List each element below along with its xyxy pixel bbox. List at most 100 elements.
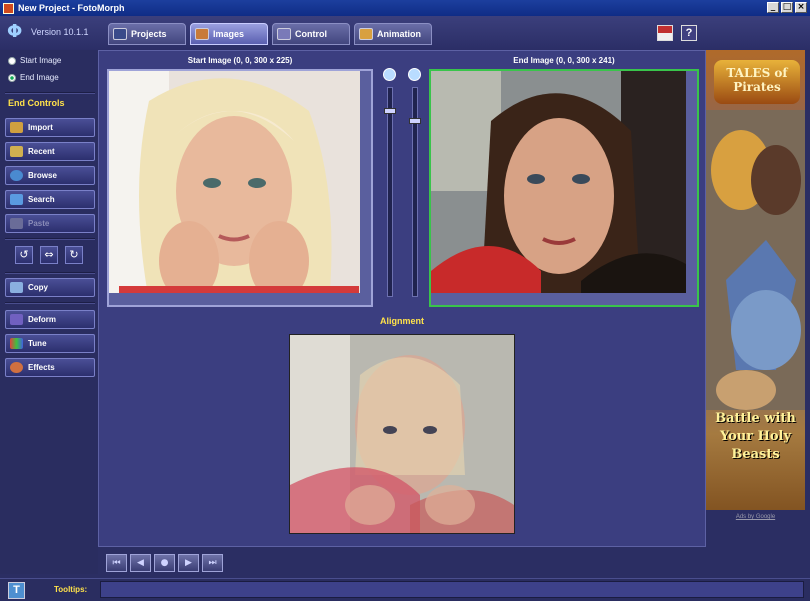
maximize-icon[interactable]: □ <box>781 2 793 13</box>
button-label: Deform <box>28 315 57 324</box>
effects-button[interactable]: Effects <box>5 358 95 377</box>
slider-thumb[interactable] <box>384 108 396 114</box>
tab-animation[interactable]: Animation <box>354 23 432 45</box>
advertisement-banner[interactable]: TALES of Pirates Battle with Your Holy B… <box>706 50 805 530</box>
previous-frame-icon[interactable]: ◀ <box>130 554 151 572</box>
ad-headline: Battle with Your Holy Beasts <box>715 411 796 462</box>
tab-label: Images <box>213 29 245 39</box>
recent-folder-icon <box>10 146 23 157</box>
sidebar: Start Image End Image End Controls Impor… <box>0 50 98 574</box>
tab-images[interactable]: Images <box>190 23 268 45</box>
minimize-icon[interactable]: _ <box>767 2 779 13</box>
tune-button[interactable]: Tune <box>5 334 95 353</box>
button-label: Copy <box>28 283 48 292</box>
start-image-view[interactable] <box>107 69 373 307</box>
slider-thumb[interactable] <box>409 118 421 124</box>
effects-icon <box>10 362 23 373</box>
version-label: Version 10.1.1 <box>31 27 89 37</box>
tab-projects[interactable]: Projects <box>108 23 186 45</box>
tune-icon <box>10 338 23 349</box>
end-image-view[interactable] <box>429 69 699 307</box>
alignment-preview-image <box>290 335 514 533</box>
projects-icon <box>113 28 127 40</box>
alignment-preview[interactable] <box>289 334 515 534</box>
button-label: Paste <box>28 219 50 228</box>
copy-icon <box>10 282 23 293</box>
stop-icon[interactable]: ● <box>154 554 175 572</box>
radio-selected-icon <box>8 73 16 82</box>
browse-button[interactable]: Browse <box>5 166 95 185</box>
close-icon[interactable]: × <box>795 2 807 13</box>
rotate-right-icon[interactable]: ↻ <box>65 246 83 264</box>
end-zoom-icon[interactable] <box>408 68 421 81</box>
tooltip-toggle-icon[interactable]: T <box>8 582 25 599</box>
start-image-radio[interactable]: Start Image <box>8 56 61 65</box>
end-controls-label: End Controls <box>8 98 65 108</box>
search-button[interactable]: Search <box>5 190 95 209</box>
divider <box>5 272 95 274</box>
header-bar: Φ Version 10.1.1 Projects Images Control… <box>0 16 810 50</box>
paste-icon <box>10 218 23 229</box>
end-image-horizontal-scrollbar[interactable] <box>431 293 697 305</box>
divider <box>5 302 95 304</box>
alignment-label: Alignment <box>380 316 424 326</box>
first-frame-icon[interactable]: ⏮ <box>106 554 127 572</box>
ad-artwork <box>706 110 805 410</box>
end-image-radio[interactable]: End Image <box>8 73 59 82</box>
animation-icon <box>359 28 373 40</box>
radio-label: End Image <box>20 73 59 82</box>
window-controls: _ □ × <box>767 2 807 13</box>
copy-button[interactable]: Copy <box>5 278 95 297</box>
deform-button[interactable]: Deform <box>5 310 95 329</box>
start-image-photo <box>109 71 371 305</box>
next-frame-icon[interactable]: ▶ <box>178 554 199 572</box>
start-image-caption: Start Image (0, 0, 300 x 225) <box>187 56 293 65</box>
tooltips-field <box>100 581 804 598</box>
end-zoom-slider[interactable] <box>409 87 421 297</box>
divider <box>5 238 95 240</box>
button-label: Effects <box>28 363 55 372</box>
search-icon <box>10 194 23 205</box>
flip-horizontal-icon[interactable]: ⇔ <box>40 246 58 264</box>
help-icon[interactable]: ? <box>681 25 697 41</box>
title-bar: New Project - FotoMorph _ □ × <box>0 0 810 16</box>
end-image-photo <box>431 71 697 305</box>
tab-control[interactable]: Control <box>272 23 350 45</box>
last-frame-icon[interactable]: ⏭ <box>202 554 223 572</box>
end-image-caption: End Image (0, 0, 300 x 241) <box>513 56 615 65</box>
button-label: Recent <box>28 147 55 156</box>
divider <box>5 92 95 94</box>
tooltips-label: Tooltips: <box>54 585 88 594</box>
app-icon <box>3 2 14 14</box>
tab-label: Projects <box>131 29 167 39</box>
button-label: Import <box>28 123 53 132</box>
button-label: Tune <box>28 339 47 348</box>
tab-label: Control <box>295 29 327 39</box>
recent-button[interactable]: Recent <box>5 142 95 161</box>
paste-button[interactable]: Paste <box>5 214 95 233</box>
end-image-vertical-scrollbar[interactable] <box>686 71 697 293</box>
start-zoom-icon[interactable] <box>383 68 396 81</box>
button-label: Search <box>28 195 55 204</box>
window-title: New Project - FotoMorph <box>18 3 125 13</box>
images-panel: Start Image (0, 0, 300 x 225) End Image … <box>98 50 706 547</box>
tab-label: Animation <box>377 29 421 39</box>
button-label: Browse <box>28 171 57 180</box>
control-icon <box>277 28 291 40</box>
playback-controls: ⏮ ◀ ● ▶ ⏭ <box>106 554 223 572</box>
rotate-left-icon[interactable]: ↺ <box>15 246 33 264</box>
status-bar: T Tooltips: <box>0 578 810 601</box>
ads-by-google-link[interactable]: Ads by Google <box>706 510 805 532</box>
start-image-horizontal-scrollbar[interactable] <box>109 293 371 305</box>
images-icon <box>195 28 209 40</box>
fotomorph-logo-icon: Φ <box>7 21 23 42</box>
radio-label: Start Image <box>20 56 62 65</box>
language-flag-icon[interactable] <box>657 25 673 41</box>
import-button[interactable]: Import <box>5 118 95 137</box>
start-zoom-slider[interactable] <box>384 87 396 297</box>
import-icon <box>10 122 23 133</box>
app-window: New Project - FotoMorph _ □ × Φ Version … <box>0 0 810 601</box>
deform-icon <box>10 314 23 325</box>
start-image-vertical-scrollbar[interactable] <box>360 71 371 293</box>
browse-globe-icon <box>10 170 23 181</box>
